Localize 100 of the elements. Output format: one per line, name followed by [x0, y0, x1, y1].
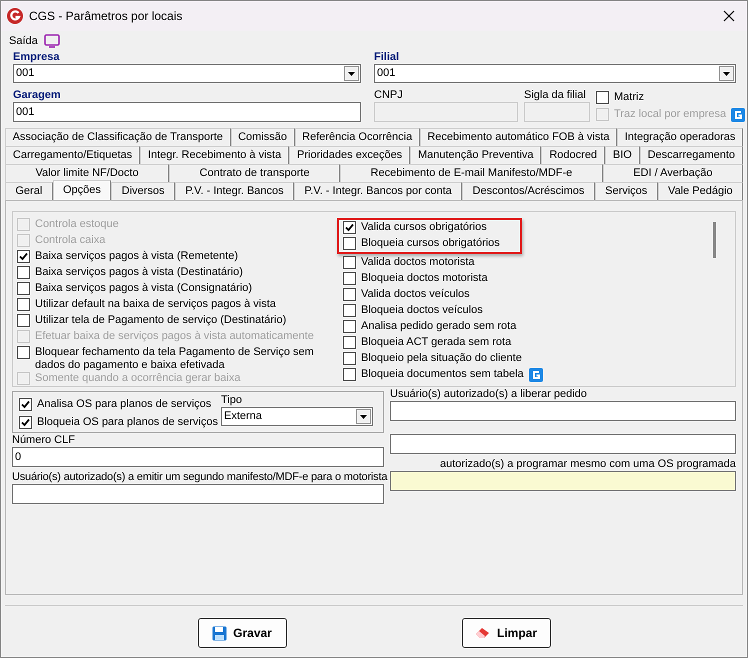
checkbox[interactable] [17, 346, 30, 359]
checkbox[interactable] [343, 304, 356, 317]
checkbox-label: Somente quando a ocorrência gerar baixa [35, 372, 240, 385]
checkbox-label: Bloqueia cursos obrigatórios [361, 237, 500, 250]
checkbox-label: Valida doctos veículos [361, 288, 470, 301]
tab[interactable]: Rodocred [541, 146, 605, 164]
checkbox[interactable] [343, 288, 356, 301]
checkbox-label: Valida doctos motorista [361, 256, 475, 269]
tab[interactable]: P.V. - Integr. Bancos [174, 182, 294, 200]
tab[interactable]: Recebimento automático FOB à vista [420, 128, 618, 146]
tab[interactable]: Referência Ocorrência [294, 128, 420, 146]
field-label: Número CLF [12, 434, 76, 447]
checkbox-label: Matriz [614, 91, 644, 104]
save-button[interactable]: Gravar [198, 618, 286, 648]
menu-item[interactable]: Saída [9, 32, 38, 50]
tab[interactable]: Geral [5, 182, 53, 200]
cnpj-field[interactable] [374, 102, 518, 122]
tab[interactable]: Opções [52, 180, 112, 200]
tab[interactable]: EDI / Averbação [602, 164, 743, 182]
liberar-pedido-field[interactable] [390, 401, 736, 421]
tab[interactable]: Contrato de transporte [169, 164, 340, 182]
g-logo-icon [528, 368, 543, 382]
checkbox[interactable] [17, 250, 30, 263]
field-label: CNPJ [374, 89, 404, 102]
checkbox-label: Bloqueio pela situação do cliente [361, 352, 522, 365]
checkbox-label: Traz local por empresa [614, 108, 726, 121]
tab[interactable]: P.V. - Integr. Bancos por conta [294, 182, 462, 200]
checkbox[interactable] [17, 298, 30, 311]
field-label: Filial [374, 51, 400, 64]
checkbox[interactable] [343, 320, 356, 333]
close-icon[interactable] [723, 10, 735, 22]
dropdown-arrow-icon [348, 72, 355, 76]
checkbox-label: Analisa pedido gerado sem rota [361, 320, 516, 333]
filial-dropdown[interactable]: 001 [374, 64, 736, 83]
checkbox-label: Bloqueia doctos veículos [361, 304, 483, 317]
checkbox[interactable] [343, 352, 356, 365]
tab[interactable]: Integr. Recebimento à vista [140, 146, 290, 164]
checkbox[interactable] [343, 237, 356, 250]
checkbox[interactable] [17, 282, 30, 295]
empresa-dropdown[interactable]: 001 [13, 64, 361, 83]
tab[interactable]: Diversos [111, 182, 175, 200]
field-label: Usuário(s) autorizado(s) a liberar pedido [390, 388, 588, 401]
numero-clf-field[interactable]: 0 [12, 447, 384, 467]
tab[interactable]: Vale Pedágio [658, 182, 744, 200]
field-label: autorizado(s) a programar mesmo com uma OS programada [439, 458, 736, 471]
field-label: Empresa [13, 51, 60, 64]
checkbox-label: Bloqueia doctos motorista [361, 272, 488, 285]
tipo-dropdown[interactable]: Externa [221, 407, 373, 426]
clear-button[interactable]: Limpar [462, 618, 550, 648]
tab[interactable]: Comissão [230, 128, 295, 146]
checkbox[interactable] [596, 91, 609, 104]
checkbox-label: Bloqueia OS para planos de serviços [37, 416, 218, 429]
tab[interactable]: Recebimento de E-mail Manifesto/MDF-e [340, 164, 603, 182]
field-label: Garagem [13, 89, 62, 102]
checkbox[interactable] [17, 266, 30, 279]
garagem-field[interactable]: 001 [13, 102, 361, 122]
checkbox[interactable] [19, 398, 32, 411]
checkbox[interactable] [17, 314, 30, 327]
checkbox-label: Utilizar tela de Pagamento de serviço (Destinatário) [35, 314, 286, 327]
checkbox-label: Bloqueia ACT gerada sem rota [361, 336, 512, 349]
window-title: CGS - Parâmetros por locais [29, 8, 184, 25]
tab[interactable]: Descarregamento [640, 146, 743, 164]
field-label: Sigla da filial [524, 89, 587, 102]
tab[interactable]: Valor limite NF/Docto [5, 164, 170, 182]
tab[interactable]: Serviços [594, 182, 658, 200]
programar-os-field[interactable] [390, 471, 736, 491]
tab[interactable]: Prioridades exceções [289, 146, 410, 164]
field-label: Tipo [221, 394, 243, 407]
app-logo-icon [7, 8, 23, 24]
eraser-icon [474, 627, 491, 639]
checkbox-label: Controla caixa [35, 234, 106, 247]
checkbox-label: Baixa serviços pagos à vista (Consignatário) [35, 282, 252, 295]
tab[interactable]: Manutenção Preventiva [410, 146, 542, 164]
segundo-manifesto-field[interactable] [12, 484, 384, 504]
tab[interactable]: Integração operadoras [617, 128, 743, 146]
tab[interactable]: Descontos/Acréscimos [462, 182, 595, 200]
checkbox-label: Utilizar default na baixa de serviços pagos à vista [35, 298, 276, 311]
checkbox[interactable] [343, 336, 356, 349]
checkbox-label: Bloqueia documentos sem tabela [361, 368, 524, 381]
checkbox-label: Bloquear fechamento da tela Pagamento de Serviço sem dados do pagamento e baixa efetivada [35, 346, 315, 372]
checkbox[interactable] [19, 416, 32, 429]
tab[interactable]: BIO [604, 146, 640, 164]
checkbox[interactable] [343, 256, 356, 269]
checkbox[interactable] [343, 221, 356, 234]
checkbox-label: Analisa OS para planos de serviços [37, 398, 212, 411]
scrollbar[interactable] [713, 222, 716, 258]
checkbox-label: Valida cursos obrigatórios [361, 221, 487, 234]
g-logo-icon [731, 108, 746, 122]
tab[interactable]: Carregamento/Etiquetas [5, 146, 140, 164]
monitor-icon[interactable] [44, 34, 60, 48]
checkbox-label: Efetuar baixa de serviços pagos à vista automaticamente [35, 330, 314, 343]
checkbox-label: Controla estoque [35, 218, 119, 231]
tab[interactable]: Associação de Classificação de Transporte [5, 128, 230, 146]
checkbox[interactable] [343, 368, 356, 381]
dropdown-arrow-icon [360, 414, 367, 418]
checkbox[interactable] [343, 272, 356, 285]
dropdown-arrow-icon [723, 72, 730, 76]
sigla-field[interactable] [524, 102, 590, 122]
checkbox-label: Baixa serviços pagos à vista (Remetente) [35, 250, 238, 263]
text-field[interactable] [390, 434, 736, 454]
